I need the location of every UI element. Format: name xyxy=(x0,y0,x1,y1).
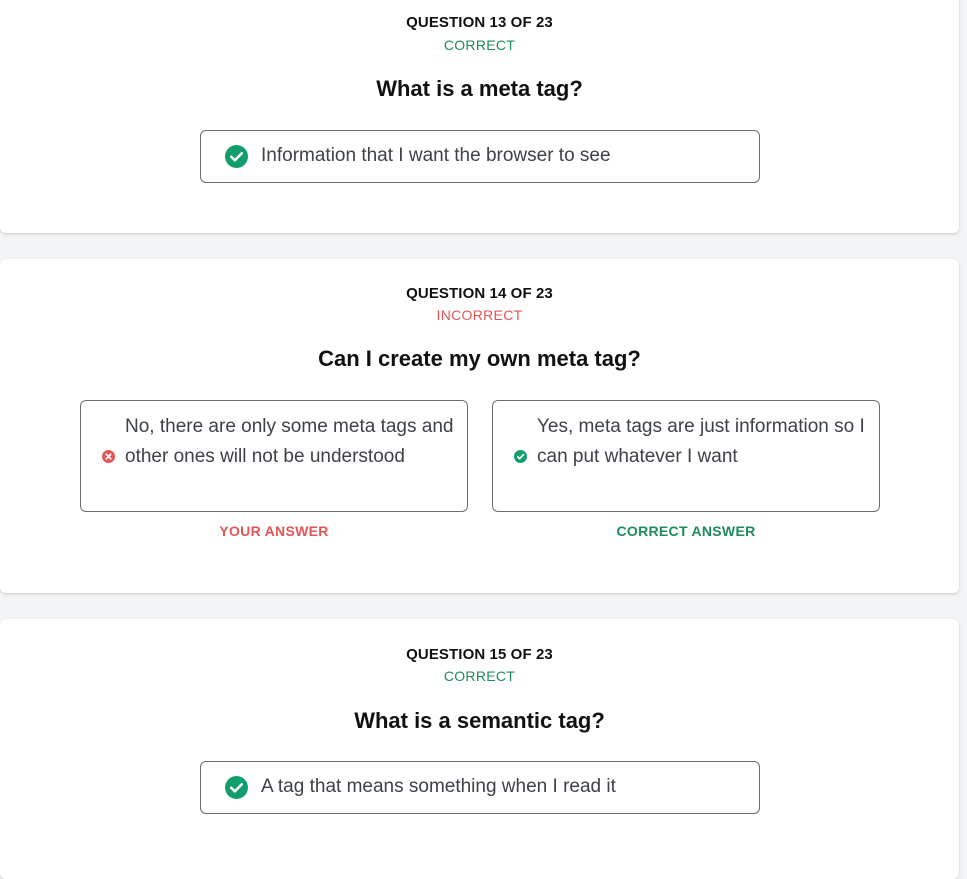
question-status-correct: CORRECT xyxy=(443,37,516,53)
answer-text: Information that I want the browser to s… xyxy=(261,145,611,166)
question-title: What is a meta tag? xyxy=(376,76,583,101)
question-status-incorrect: INCORRECT xyxy=(436,307,523,323)
question-title: What is a semantic tag? xyxy=(354,708,605,733)
check-circle-icon xyxy=(225,145,248,168)
answer-option-selected[interactable]: Information that I want the browser to s… xyxy=(200,130,760,183)
question-number: QUESTION 15 OF 23 xyxy=(406,646,553,663)
answer-text: A tag that means something when I read i… xyxy=(261,776,616,797)
question-card-14: QUESTION 14 OF 23 INCORRECT Can I create… xyxy=(0,259,959,593)
question-number: QUESTION 14 OF 23 xyxy=(406,285,553,302)
check-circle-icon xyxy=(225,776,248,799)
answer-text: Yes, meta tags are just information so I… xyxy=(537,416,865,467)
your-answer-label: YOUR ANSWER xyxy=(219,523,329,539)
answer-option-selected[interactable]: A tag that means something when I read i… xyxy=(200,761,760,814)
answer-option-your-answer[interactable]: No, there are only some meta tags and ot… xyxy=(80,400,468,512)
answer-option-correct-answer[interactable]: Yes, meta tags are just information so I… xyxy=(492,400,880,512)
x-circle-icon xyxy=(102,450,115,463)
question-card-13: QUESTION 13 OF 23 CORRECT What is a meta… xyxy=(0,0,959,233)
question-title: Can I create my own meta tag? xyxy=(318,346,641,371)
question-card-15: QUESTION 15 OF 23 CORRECT What is a sema… xyxy=(0,619,959,879)
answer-text: No, there are only some meta tags and ot… xyxy=(125,416,454,467)
question-number: QUESTION 13 OF 23 xyxy=(406,14,553,31)
question-status-correct: CORRECT xyxy=(443,668,516,684)
check-circle-icon xyxy=(514,450,527,463)
correct-answer-label: CORRECT ANSWER xyxy=(616,523,756,539)
